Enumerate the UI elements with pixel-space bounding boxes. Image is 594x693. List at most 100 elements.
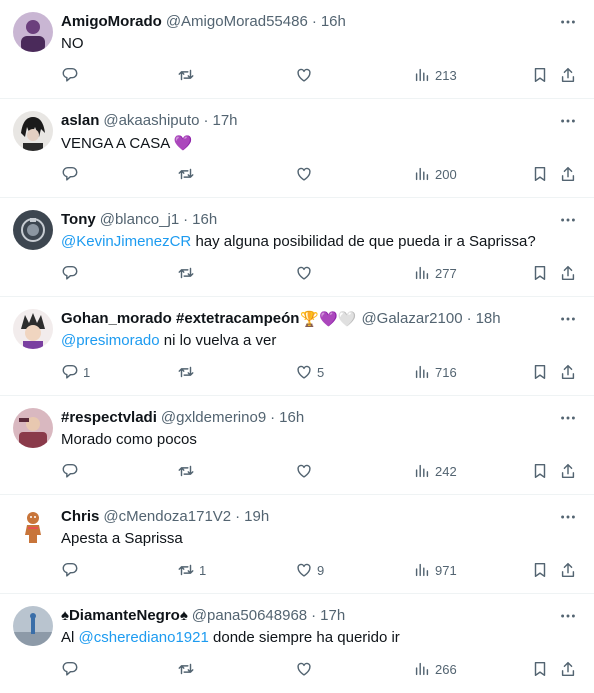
- mention-link[interactable]: @KevinJimenezCR: [61, 233, 191, 250]
- separator-dot: ·: [311, 13, 317, 30]
- avatar[interactable]: [13, 507, 53, 547]
- more-options-button[interactable]: [558, 309, 578, 329]
- timestamp[interactable]: 16h: [192, 210, 217, 230]
- bookmark-button[interactable]: [531, 362, 549, 382]
- reply-button[interactable]: [61, 263, 79, 283]
- views-button[interactable]: 971: [413, 560, 457, 580]
- like-button[interactable]: [295, 164, 313, 184]
- retweet-button[interactable]: [177, 362, 195, 382]
- reply-button[interactable]: [61, 164, 79, 184]
- user-handle[interactable]: @cMendoza171V2: [103, 507, 231, 527]
- bookmark-button[interactable]: [531, 164, 549, 184]
- display-name[interactable]: Tony: [61, 210, 96, 230]
- reply-button[interactable]: [61, 65, 79, 85]
- views-count: 200: [435, 166, 457, 182]
- retweet-button[interactable]: [177, 164, 195, 184]
- bookmark-button[interactable]: [531, 65, 549, 85]
- mention-link[interactable]: @csherediano1921: [79, 629, 209, 646]
- tweet-text: VENGA A CASA 💜: [61, 133, 578, 154]
- display-name[interactable]: AmigoMorado: [61, 12, 162, 32]
- retweet-button[interactable]: [177, 461, 195, 481]
- avatar[interactable]: [13, 309, 53, 349]
- avatar[interactable]: [13, 606, 53, 646]
- timestamp[interactable]: 16h: [321, 12, 346, 32]
- tweet-body: Apesta a Saprissa: [61, 530, 183, 547]
- reply-button[interactable]: [61, 659, 79, 679]
- like-button[interactable]: 9: [295, 560, 324, 580]
- views-icon: [415, 662, 429, 676]
- tweet[interactable]: ♠DiamanteNegro♠ @pana50648968 · 17h Al @…: [0, 594, 594, 693]
- retweet-button[interactable]: 1: [177, 560, 206, 580]
- timestamp[interactable]: 19h: [244, 507, 269, 527]
- views-button[interactable]: 242: [413, 461, 457, 481]
- retweet-button[interactable]: [177, 65, 195, 85]
- bookmark-button[interactable]: [531, 461, 549, 481]
- user-handle[interactable]: @gxldemerino9: [161, 408, 266, 428]
- share-button[interactable]: [559, 560, 577, 580]
- action-bar: 213: [61, 65, 578, 85]
- views-button[interactable]: 213: [413, 65, 457, 85]
- bookmark-button[interactable]: [531, 560, 549, 580]
- user-handle[interactable]: @Galazar2100: [361, 309, 462, 329]
- tweet[interactable]: Chris @cMendoza171V2 · 19h Apesta a Sapr…: [0, 495, 594, 594]
- timestamp[interactable]: 18h: [476, 309, 501, 329]
- like-button[interactable]: [295, 263, 313, 283]
- tweet-body: VENGA A CASA: [61, 135, 174, 152]
- share-button[interactable]: [559, 362, 577, 382]
- share-button[interactable]: [559, 164, 577, 184]
- bookmark-icon: [534, 562, 546, 578]
- user-handle[interactable]: @AmigoMorad55486: [166, 12, 308, 32]
- reply-button[interactable]: 1: [61, 362, 90, 382]
- user-handle[interactable]: @akaashiputo: [103, 111, 199, 131]
- display-name[interactable]: aslan: [61, 111, 99, 131]
- share-button[interactable]: [559, 65, 577, 85]
- reply-icon: [62, 562, 78, 577]
- timestamp[interactable]: 17h: [212, 111, 237, 131]
- avatar[interactable]: [13, 210, 53, 250]
- share-button[interactable]: [559, 263, 577, 283]
- avatar[interactable]: [13, 408, 53, 448]
- views-button[interactable]: 277: [413, 263, 457, 283]
- more-options-button[interactable]: [558, 507, 578, 527]
- like-button[interactable]: [295, 461, 313, 481]
- tweet[interactable]: Gohan_morado #extetracampeón 🏆💜🤍 @Galaza…: [0, 297, 594, 396]
- bookmark-button[interactable]: [531, 659, 549, 679]
- display-name[interactable]: Chris: [61, 507, 99, 527]
- separator-dot: ·: [183, 211, 189, 228]
- tweet[interactable]: AmigoMorado @AmigoMorad55486 · 16h NO 21…: [0, 0, 594, 99]
- like-button[interactable]: 5: [295, 362, 324, 382]
- like-button[interactable]: [295, 65, 313, 85]
- retweet-icon: [178, 564, 194, 576]
- retweet-button[interactable]: [177, 263, 195, 283]
- reply-button[interactable]: [61, 461, 79, 481]
- avatar[interactable]: [13, 111, 53, 151]
- mention-link[interactable]: @presimorado: [61, 332, 160, 349]
- views-button[interactable]: 200: [413, 164, 457, 184]
- like-button[interactable]: [295, 659, 313, 679]
- tweet[interactable]: aslan @akaashiputo · 17h VENGA A CASA 💜 …: [0, 99, 594, 198]
- more-options-button[interactable]: [558, 111, 578, 131]
- retweet-button[interactable]: [177, 659, 195, 679]
- share-button[interactable]: [559, 659, 577, 679]
- display-name[interactable]: Gohan_morado #extetracampeón: [61, 309, 299, 329]
- display-name[interactable]: ♠DiamanteNegro♠: [61, 606, 188, 626]
- tweet[interactable]: #respectvladi @gxldemerino9 · 16h Morado…: [0, 396, 594, 495]
- more-horizontal-icon: [561, 20, 575, 24]
- spade-icon: ♠: [179, 607, 188, 624]
- user-handle[interactable]: @pana50648968: [192, 606, 307, 626]
- tweet[interactable]: Tony @blanco_j1 · 16h @KevinJimenezCR ha…: [0, 198, 594, 297]
- more-options-button[interactable]: [558, 606, 578, 626]
- more-options-button[interactable]: [558, 408, 578, 428]
- share-button[interactable]: [559, 461, 577, 481]
- user-handle[interactable]: @blanco_j1: [100, 210, 179, 230]
- bookmark-button[interactable]: [531, 263, 549, 283]
- more-options-button[interactable]: [558, 210, 578, 230]
- timestamp[interactable]: 17h: [320, 606, 345, 626]
- display-name[interactable]: #respectvladi: [61, 408, 157, 428]
- reply-button[interactable]: [61, 560, 79, 580]
- views-button[interactable]: 716: [413, 362, 457, 382]
- timestamp[interactable]: 16h: [279, 408, 304, 428]
- views-button[interactable]: 266: [413, 659, 457, 679]
- more-options-button[interactable]: [558, 12, 578, 32]
- avatar[interactable]: [13, 12, 53, 52]
